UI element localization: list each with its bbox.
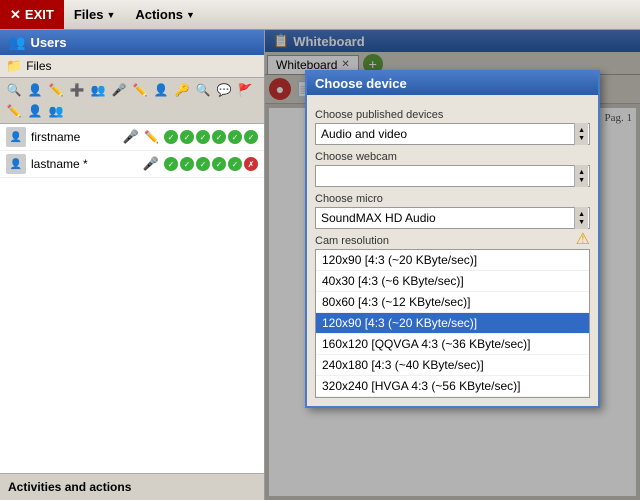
micro-select-wrapper: SoundMAX HD Audio ▲ ▼ bbox=[315, 207, 590, 229]
files-arrow-icon: ▼ bbox=[106, 10, 115, 20]
user-flag[interactable]: 🚩 bbox=[235, 80, 255, 100]
user-name: firstname bbox=[31, 130, 118, 144]
pencil-button[interactable]: ✏️ bbox=[130, 80, 150, 100]
users-header: 👥 Users bbox=[0, 30, 264, 55]
resolution-item-3[interactable]: 80x60 [4:3 (~12 KByte/sec)] bbox=[316, 292, 589, 313]
activities-section: Activities and actions bbox=[0, 473, 264, 500]
micro-select[interactable]: SoundMAX HD Audio bbox=[315, 207, 590, 229]
cam-res-container: 120x90 [4:3 (~20 KByte/sec)] 40x30 [4:3 … bbox=[315, 249, 590, 398]
dialog-titlebar: Choose device bbox=[307, 72, 598, 95]
indicator-2: ✓ bbox=[180, 157, 194, 171]
resolution-item-1[interactable]: 120x90 [4:3 (~20 KByte/sec)] bbox=[316, 250, 589, 271]
users-icon: 👥 bbox=[8, 34, 25, 51]
user-add2-button[interactable]: ➕ bbox=[67, 80, 87, 100]
resolution-item-5[interactable]: 160x120 [QQVGA 4:3 (~36 KByte/sec)] bbox=[316, 334, 589, 355]
right-panel: 📋 Whiteboard Whiteboard ✕ + ● 📄 💾 ↩ ⊞ 🔍 … bbox=[265, 30, 640, 500]
files-label: Files bbox=[26, 59, 51, 73]
published-devices-select-wrapper: Audio and video ▲ ▼ bbox=[315, 123, 590, 145]
user-indicators: ✓ ✓ ✓ ✓ ✓ ✗ bbox=[164, 157, 258, 171]
user-search2[interactable]: 🔍 bbox=[193, 80, 213, 100]
key-button[interactable]: 🔑 bbox=[172, 80, 192, 100]
actions-label: Actions bbox=[135, 7, 183, 22]
user-name: lastname * bbox=[31, 157, 138, 171]
published-devices-label: Choose published devices bbox=[315, 109, 590, 121]
indicator-3: ✓ bbox=[196, 157, 210, 171]
user-row: 👤 firstname 🎤 ✏️ ✓ ✓ ✓ ✓ ✓ ✓ bbox=[0, 124, 264, 151]
left-panel: 👥 Users 📁 Files 🔍 👤 ✏️ ➕ 👥 🎤 ✏️ 👤 🔑 🔍 💬 … bbox=[0, 30, 265, 500]
exit-button[interactable]: ✕ EXIT bbox=[0, 0, 64, 29]
mic-muted-icon: 🎤 bbox=[143, 156, 159, 172]
webcam-select-wrapper: ▲ ▼ bbox=[315, 165, 590, 187]
published-devices-select[interactable]: Audio and video bbox=[315, 123, 590, 145]
folder-icon: 📁 bbox=[6, 58, 22, 74]
search-user-button[interactable]: 🔍 bbox=[4, 80, 24, 100]
files-label: Files bbox=[74, 7, 104, 22]
pencil-icon: ✏️ bbox=[144, 130, 159, 144]
resolution-item-7[interactable]: 320x240 [HVGA 4:3 (~56 KByte/sec)] bbox=[316, 376, 589, 397]
dialog-title: Choose device bbox=[315, 76, 407, 91]
indicator-6: ✓ bbox=[244, 130, 258, 144]
activities-label: Activities and actions bbox=[8, 480, 131, 494]
warning-icon: ⚠ bbox=[576, 229, 590, 249]
modal-overlay: Choose device Choose published devices A… bbox=[265, 30, 640, 500]
user-row: 👤 lastname * 🎤 ✓ ✓ ✓ ✓ ✓ ✗ bbox=[0, 151, 264, 178]
indicator-4: ✓ bbox=[212, 157, 226, 171]
files-section[interactable]: 📁 Files bbox=[0, 55, 264, 78]
indicator-6: ✗ bbox=[244, 157, 258, 171]
user-toolbar: 🔍 👤 ✏️ ➕ 👥 🎤 ✏️ 👤 🔑 🔍 💬 🚩 ✏️ 👤 👥 bbox=[0, 78, 264, 124]
actions-menu[interactable]: Actions ▼ bbox=[125, 0, 205, 29]
actions-arrow-icon: ▼ bbox=[186, 10, 195, 20]
user-edit-button[interactable]: ✏️ bbox=[46, 80, 66, 100]
resolution-item-2[interactable]: 40x30 [4:3 (~6 KByte/sec)] bbox=[316, 271, 589, 292]
webcam-label: Choose webcam bbox=[315, 151, 590, 163]
user-pencil2[interactable]: ✏️ bbox=[4, 101, 24, 121]
avatar: 👤 bbox=[6, 154, 26, 174]
top-bar: ✕ EXIT Files ▼ Actions ▼ bbox=[0, 0, 640, 30]
resolution-item-4[interactable]: 120x90 [4:3 (~20 KByte/sec)] bbox=[316, 313, 589, 334]
user-icon2[interactable]: 👤 bbox=[151, 80, 171, 100]
indicator-3: ✓ bbox=[196, 130, 210, 144]
indicator-2: ✓ bbox=[180, 130, 194, 144]
exit-icon: ✕ bbox=[10, 7, 21, 23]
webcam-select[interactable] bbox=[315, 165, 590, 187]
mic-button[interactable]: 🎤 bbox=[109, 80, 129, 100]
indicator-5: ✓ bbox=[228, 157, 242, 171]
user-add3[interactable]: 👤 bbox=[25, 101, 45, 121]
user-group2[interactable]: 👥 bbox=[46, 101, 66, 121]
user-indicators: ✓ ✓ ✓ ✓ ✓ ✓ bbox=[164, 130, 258, 144]
users-title: Users bbox=[30, 35, 66, 50]
cam-resolution-label: Cam resolution bbox=[315, 235, 389, 247]
cam-resolution-list: 120x90 [4:3 (~20 KByte/sec)] 40x30 [4:3 … bbox=[315, 249, 590, 398]
add-user-button[interactable]: 👤 bbox=[25, 80, 45, 100]
main-layout: 👥 Users 📁 Files 🔍 👤 ✏️ ➕ 👥 🎤 ✏️ 👤 🔑 🔍 💬 … bbox=[0, 30, 640, 500]
resolution-item-6[interactable]: 240x180 [4:3 (~40 KByte/sec)] bbox=[316, 355, 589, 376]
choose-device-dialog: Choose device Choose published devices A… bbox=[305, 70, 600, 408]
indicator-1: ✓ bbox=[164, 157, 178, 171]
mic-icon: 🎤 bbox=[123, 129, 139, 145]
user-chat[interactable]: 💬 bbox=[214, 80, 234, 100]
user-group-button[interactable]: 👥 bbox=[88, 80, 108, 100]
indicator-5: ✓ bbox=[228, 130, 242, 144]
indicator-1: ✓ bbox=[164, 130, 178, 144]
exit-label: EXIT bbox=[25, 7, 54, 22]
files-menu[interactable]: Files ▼ bbox=[64, 0, 126, 29]
micro-label: Choose micro bbox=[315, 193, 590, 205]
user-list: 👤 firstname 🎤 ✏️ ✓ ✓ ✓ ✓ ✓ ✓ 👤 lastname … bbox=[0, 124, 264, 473]
avatar: 👤 bbox=[6, 127, 26, 147]
indicator-4: ✓ bbox=[212, 130, 226, 144]
cam-resolution-header: Cam resolution ⚠ bbox=[315, 229, 590, 249]
dialog-body: Choose published devices Audio and video… bbox=[307, 95, 598, 406]
